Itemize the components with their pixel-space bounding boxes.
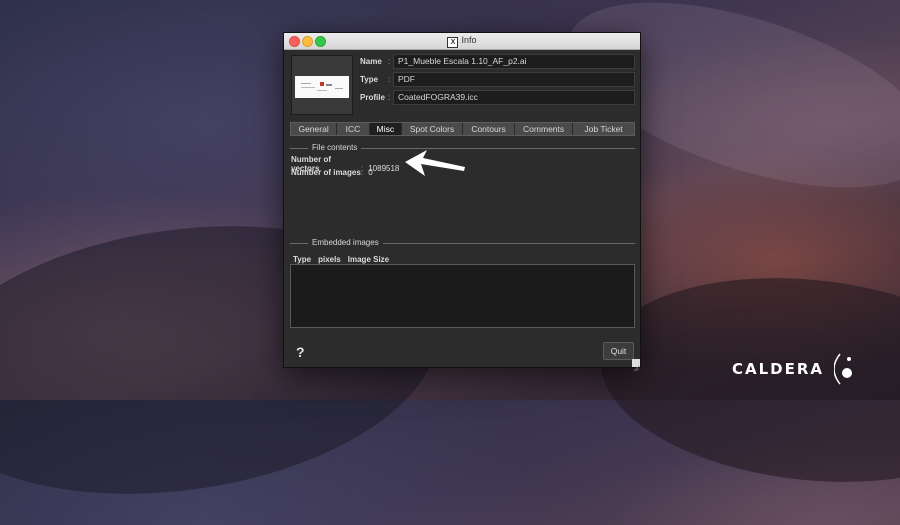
tab-bar: General ICC Misc Spot Colors Contours Co…: [290, 122, 635, 136]
thumbnail-page: [295, 76, 349, 98]
images-value: 0: [368, 168, 373, 177]
tab-spot-colors[interactable]: Spot Colors: [402, 123, 464, 135]
brand-name: CALDERA: [732, 360, 825, 378]
window-title-wrap: X Info: [284, 35, 640, 48]
tab-general[interactable]: General: [291, 123, 338, 135]
column-type[interactable]: Type: [293, 255, 311, 264]
help-button[interactable]: ?: [296, 344, 305, 360]
embedded-images-section: Embedded images: [290, 238, 635, 248]
images-row: Number of images: 0: [291, 168, 373, 177]
column-image-size[interactable]: Image Size: [348, 255, 389, 264]
embedded-images-list[interactable]: [290, 264, 635, 328]
caldera-mark-icon: [834, 353, 853, 385]
x11-icon: X: [447, 37, 459, 48]
resize-grip-icon[interactable]: [632, 359, 640, 372]
column-pixels[interactable]: pixels: [318, 255, 341, 264]
profile-field[interactable]: CoatedFOGRA39.icc: [393, 90, 635, 105]
type-field[interactable]: PDF: [393, 72, 635, 87]
tab-misc[interactable]: Misc: [369, 123, 403, 135]
window-title: Info: [461, 35, 477, 45]
profile-label: Profile: [360, 93, 385, 102]
title-bar[interactable]: X Info: [284, 33, 640, 50]
embedded-images-heading: Embedded images: [308, 238, 383, 247]
name-separator: :: [388, 57, 391, 66]
images-separator: :: [361, 168, 364, 177]
tab-icc[interactable]: ICC: [337, 123, 370, 135]
embedded-images-columns: Type pixels Image Size: [293, 255, 396, 264]
tab-comments[interactable]: Comments: [515, 123, 574, 135]
tab-contours[interactable]: Contours: [463, 123, 516, 135]
arrow-pointer-icon: [405, 150, 465, 176]
name-label: Name: [360, 57, 382, 66]
file-contents-heading: File contents: [308, 143, 362, 152]
quit-button[interactable]: Quit: [603, 342, 634, 360]
images-label: Number of images: [291, 168, 361, 177]
tab-job-ticket[interactable]: Job Ticket: [573, 123, 634, 135]
file-thumbnail: [291, 55, 353, 115]
profile-separator: :: [388, 93, 391, 102]
type-separator: :: [388, 75, 391, 84]
caldera-logo: CALDERA: [732, 352, 856, 386]
info-window: X Info Name : P1_Mueble Escala 1.10_AF_p2…: [283, 32, 641, 372]
name-field[interactable]: P1_Mueble Escala 1.10_AF_p2.ai: [393, 54, 635, 69]
type-label: Type: [360, 75, 379, 84]
